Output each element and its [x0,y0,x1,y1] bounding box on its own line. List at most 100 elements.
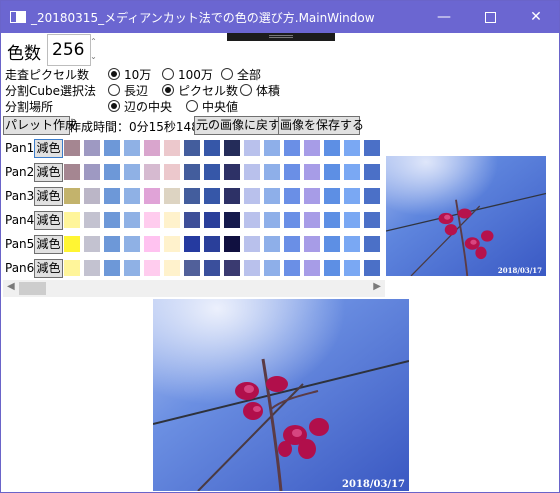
palette-swatch [164,188,180,204]
palette-swatch [204,236,220,252]
palette-swatch [104,140,120,156]
palette-swatch [204,140,220,156]
cube-select-option-0[interactable]: 長辺 [108,82,148,99]
cube-select-option-1[interactable]: ピクセル数 [162,82,238,99]
window-title: _20180315_メディアンカット法での色の選び方.MainWindow [31,11,375,25]
close-button[interactable]: ✕ [513,1,559,33]
color-count-input[interactable]: 256 [47,34,91,66]
palette-swatch [124,236,140,252]
create-palette-button[interactable]: パレット作成 [3,116,77,135]
minimize-button[interactable]: — [421,1,467,33]
palette-swatch [64,164,80,180]
palette-swatch [204,188,220,204]
palette-swatch [164,212,180,228]
palette-swatch [364,260,380,276]
restore-image-button[interactable]: 元の画像に戻す [194,116,280,135]
palette-swatch [344,212,360,228]
title-bar[interactable]: _20180315_メディアンカット法での色の選び方.MainWindow — … [1,1,559,33]
maximize-button[interactable] [467,1,513,33]
palette-swatch [344,188,360,204]
scan-pixels-option-2[interactable]: 全部 [221,66,261,83]
palette-swatch [284,188,300,204]
spin-up-icon[interactable]: ⌃ [87,34,100,49]
palette-swatch [284,260,300,276]
palette-swatch [124,260,140,276]
spin-down-icon[interactable]: ⌄ [87,49,100,64]
scan-pixels-option-0[interactable]: 10万 [108,66,151,83]
palette-swatch [364,212,380,228]
palette-swatch [144,260,160,276]
palette-swatch [144,212,160,228]
palette-swatch [164,236,180,252]
reduce-color-button[interactable]: 減色 [34,139,63,158]
palette-swatch [64,236,80,252]
palette-swatch [344,140,360,156]
palette-swatch [304,236,320,252]
palette-swatch [84,260,100,276]
preview-thumbnail-image: 2018/03/17 [386,156,546,276]
reduce-color-button[interactable]: 減色 [34,187,63,206]
reduce-color-button[interactable]: 減色 [34,211,63,230]
palette-swatch [344,260,360,276]
scrollbar-thumb[interactable] [19,282,46,295]
save-image-button[interactable]: 画像を保存する [278,116,364,135]
main-window: _20180315_メディアンカット法での色の選び方.MainWindow — … [0,0,560,493]
palette-swatch [184,140,200,156]
scroll-left-icon[interactable]: ◀ [7,281,15,292]
color-count-stepper[interactable]: ⌃ ⌄ [87,34,100,64]
palette-swatch [84,188,100,204]
palette-swatch [104,236,120,252]
radio-icon [240,84,252,96]
debug-toolbar-handle[interactable] [227,33,335,41]
radio-icon [186,100,198,112]
split-place-option-1[interactable]: 中央値 [186,98,238,115]
radio-icon [108,100,120,112]
palette-swatch [264,212,280,228]
palette-swatch [264,236,280,252]
palette-swatch [244,140,260,156]
main-image: 2018/03/17 [153,299,409,491]
palette-swatch [164,164,180,180]
scan-pixels-option-1[interactable]: 100万 [162,66,213,83]
split-place-option-0[interactable]: 辺の中央 [108,98,172,115]
palette-swatch [104,212,120,228]
radio-icon [108,68,120,80]
palette-swatch [304,260,320,276]
palette-swatch [164,260,180,276]
palette-swatch [324,188,340,204]
cube-select-option-2[interactable]: 体積 [240,82,280,99]
palette-swatch [184,260,200,276]
palette-swatch [304,140,320,156]
palette-horizontal-scrollbar[interactable]: ◀ ▶ [3,280,385,297]
flower-photo-small [386,156,546,276]
palette-row-label: Pan6 [5,261,35,275]
maximize-icon [484,11,496,23]
palette-swatch [184,188,200,204]
palette-swatch [224,164,240,180]
radio-icon [221,68,233,80]
palette-swatch [304,164,320,180]
palette-swatch [144,236,160,252]
palette-swatch [324,236,340,252]
palette-swatch [84,236,100,252]
palette-swatch [344,164,360,180]
palette-swatch [244,236,260,252]
palette-swatch [364,140,380,156]
palette-swatch [64,212,80,228]
palette-swatch [64,260,80,276]
scroll-right-icon[interactable]: ▶ [373,281,381,292]
palette-row-label: Pan4 [5,213,35,227]
reduce-color-button[interactable]: 減色 [34,259,63,278]
palette-row-label: Pan1 [5,141,35,155]
reduce-color-button[interactable]: 減色 [34,163,63,182]
palette-swatch [84,164,100,180]
palette-swatch [304,188,320,204]
palette-swatch [124,140,140,156]
reduce-color-button[interactable]: 減色 [34,235,63,254]
palette-swatch [264,260,280,276]
palette-row-label: Pan2 [5,165,35,179]
app-window-icon [10,11,26,23]
palette-swatch [264,140,280,156]
palette-swatch [344,236,360,252]
palette-swatch [184,236,200,252]
